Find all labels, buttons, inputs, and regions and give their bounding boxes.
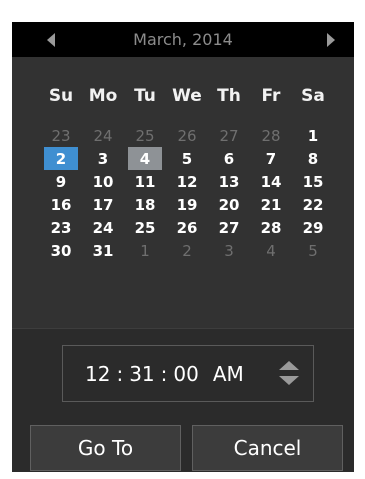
hours-field[interactable]: 12 — [85, 362, 110, 386]
weekday-label: Sa — [301, 86, 325, 106]
seconds-field[interactable]: 00 — [173, 362, 198, 386]
day-cell[interactable]: 10 — [82, 170, 124, 193]
day-cell[interactable]: 25 — [124, 216, 166, 239]
other-month-day-cell[interactable]: 24 — [82, 124, 124, 147]
weekday-label: Su — [48, 86, 74, 106]
day-cell[interactable]: 3 — [82, 147, 124, 170]
weekday-label: Tu — [134, 86, 156, 106]
day-cell[interactable]: 11 — [124, 170, 166, 193]
day-cell[interactable]: 28 — [250, 216, 292, 239]
selected-day-cell[interactable]: 2 — [44, 147, 78, 170]
day-cell[interactable]: 6 — [208, 147, 250, 170]
day-cell[interactable]: 15 — [292, 170, 334, 193]
day-cell[interactable]: 23 — [40, 216, 82, 239]
previous-month-button[interactable] — [34, 22, 68, 57]
weekday-header-row: Su Mo Tu We Th Fr Sa — [40, 86, 348, 106]
day-cell[interactable]: 17 — [82, 193, 124, 216]
triangle-left-icon — [47, 32, 55, 47]
time-separator: : — [116, 361, 124, 386]
other-month-day-cell[interactable]: 2 — [166, 239, 208, 262]
weekday-label: Mo — [88, 86, 118, 106]
day-cell[interactable]: 20 — [208, 193, 250, 216]
day-cell[interactable]: 14 — [250, 170, 292, 193]
calendar-header: March, 2014 — [12, 22, 354, 57]
weekday-label: Th — [217, 86, 241, 106]
ampm-field[interactable]: AM — [213, 362, 244, 386]
day-cell[interactable]: 5 — [166, 147, 208, 170]
other-month-day-cell[interactable]: 26 — [166, 124, 208, 147]
up-down-arrows-icon[interactable] — [277, 358, 301, 388]
other-month-day-cell[interactable]: 27 — [208, 124, 250, 147]
other-month-day-cell[interactable]: 4 — [250, 239, 292, 262]
weekday-label: Fr — [261, 86, 281, 106]
time-input[interactable]: 12 : 31 : 00 AM — [62, 345, 314, 402]
day-cell[interactable]: 29 — [292, 216, 334, 239]
day-cell[interactable]: 22 — [292, 193, 334, 216]
cancel-button[interactable]: Cancel — [192, 425, 343, 471]
other-month-day-cell[interactable]: 28 — [250, 124, 292, 147]
day-cell[interactable]: 7 — [250, 147, 292, 170]
other-month-day-cell[interactable]: 1 — [124, 239, 166, 262]
time-and-actions-panel: 12 : 31 : 00 AM Go To Cancel — [12, 328, 354, 472]
next-month-button[interactable] — [314, 22, 348, 57]
day-cell[interactable]: 9 — [40, 170, 82, 193]
today-day-cell[interactable]: 4 — [128, 147, 162, 170]
day-cell[interactable]: 24 — [82, 216, 124, 239]
go-to-button[interactable]: Go To — [30, 425, 181, 471]
day-cell[interactable]: 18 — [124, 193, 166, 216]
date-time-picker: March, 2014 Su Mo Tu We Th Fr Sa 23 24 25 2… — [12, 22, 354, 472]
day-cell[interactable]: 1 — [292, 124, 334, 147]
day-cell[interactable]: 12 — [166, 170, 208, 193]
day-cell[interactable]: 26 — [166, 216, 208, 239]
time-separator: : — [160, 361, 168, 386]
day-cell[interactable]: 30 — [40, 239, 82, 262]
other-month-day-cell[interactable]: 3 — [208, 239, 250, 262]
minutes-field[interactable]: 31 — [129, 362, 154, 386]
day-cell[interactable]: 21 — [250, 193, 292, 216]
day-cell[interactable]: 27 — [208, 216, 250, 239]
other-month-day-cell[interactable]: 23 — [40, 124, 82, 147]
triangle-right-icon — [327, 32, 335, 47]
day-cell[interactable]: 13 — [208, 170, 250, 193]
day-cell[interactable]: 31 — [82, 239, 124, 262]
calendar-day-grid: 23 24 25 26 27 28 1 2 3 4 5 6 7 8 9 10 11 12 13 14 15 16 17 18 1… — [40, 124, 348, 262]
other-month-day-cell[interactable]: 25 — [124, 124, 166, 147]
other-month-day-cell[interactable]: 5 — [292, 239, 334, 262]
weekday-label: We — [172, 86, 202, 106]
day-cell[interactable]: 16 — [40, 193, 82, 216]
day-cell[interactable]: 19 — [166, 193, 208, 216]
day-cell[interactable]: 8 — [292, 147, 334, 170]
